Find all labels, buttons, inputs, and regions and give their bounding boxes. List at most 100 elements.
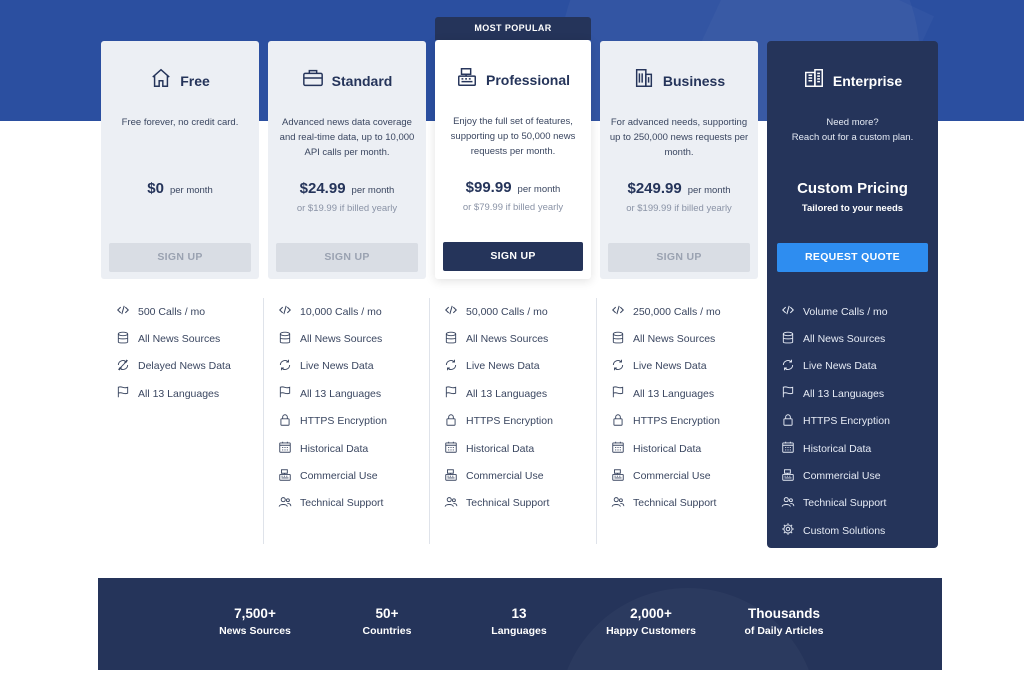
plan-price: $99.99 xyxy=(465,179,512,196)
feature-label: 50,000 Calls / mo xyxy=(466,305,548,318)
database-icon xyxy=(444,331,466,348)
sync-icon xyxy=(781,358,803,375)
code-icon xyxy=(444,303,466,320)
sign-up-button-standard[interactable]: SIGN UP xyxy=(276,243,418,272)
plan-card-professional: Professional Enjoy the full set of featu… xyxy=(435,40,591,279)
feature-list-standard: 10,000 Calls / mo All News Sources Live … xyxy=(263,298,423,544)
feature-label: All 13 Languages xyxy=(803,387,885,400)
feature-item: Technical Support xyxy=(430,490,589,517)
custom-pricing-subtitle: Tailored to your needs xyxy=(801,203,904,214)
briefcase-icon xyxy=(302,67,324,94)
feature-item: 500 Calls / mo xyxy=(102,298,262,325)
price-period: per month xyxy=(351,185,395,196)
plan-description: Advanced news data coverage and real-tim… xyxy=(279,117,415,158)
feature-label: All News Sources xyxy=(633,333,716,346)
plan-card-business: Business For advanced needs, supporting … xyxy=(600,41,758,279)
plan-name: Enterprise xyxy=(832,72,903,89)
feature-item: All News Sources xyxy=(430,325,589,352)
stat-label: Happy Customers xyxy=(606,625,696,637)
lock-icon xyxy=(611,413,633,430)
database-icon xyxy=(278,331,300,348)
stat-number: 2,000+ xyxy=(630,606,672,621)
plan-name: Professional xyxy=(485,71,571,88)
feature-item: All 13 Languages xyxy=(102,380,262,407)
code-icon xyxy=(116,303,138,320)
price-period: per month xyxy=(687,185,731,196)
plan-name: Standard xyxy=(331,72,393,89)
sync-off-icon xyxy=(116,358,138,375)
feature-item: All News Sources xyxy=(102,325,262,352)
request-quote-button[interactable]: REQUEST QUOTE xyxy=(777,243,928,272)
feature-item: All 13 Languages xyxy=(264,380,423,407)
feature-label: 250,000 Calls / mo xyxy=(633,305,721,318)
feature-list-free: 500 Calls / mo All News Sources Delayed … xyxy=(102,298,262,408)
sign-up-button-business[interactable]: SIGN UP xyxy=(608,243,750,272)
stat-label: News Sources xyxy=(219,625,291,637)
gear-icon xyxy=(781,522,803,539)
feature-item: All 13 Languages xyxy=(767,380,938,407)
home-icon xyxy=(150,67,172,94)
feature-item: Volume Calls / mo xyxy=(767,298,938,325)
feature-label: Commercial Use xyxy=(466,470,544,483)
yearly-price-note: or $199.99 if billed yearly xyxy=(626,203,732,214)
sign-up-button-professional[interactable]: SIGN UP xyxy=(443,242,583,271)
cash-register-icon xyxy=(781,468,803,485)
custom-pricing-title: Custom Pricing xyxy=(797,180,908,197)
feature-label: All News Sources xyxy=(466,333,549,346)
lock-icon xyxy=(278,413,300,430)
feature-label: HTTPS Encryption xyxy=(300,415,387,428)
feature-label: All News Sources xyxy=(803,333,886,346)
plan-name: Business xyxy=(662,72,726,89)
feature-label: All News Sources xyxy=(300,333,383,346)
lock-icon xyxy=(444,413,466,430)
feature-label: Live News Data xyxy=(300,360,374,373)
stat-label: Languages xyxy=(491,625,547,637)
feature-label: Historical Data xyxy=(300,442,369,455)
stat-number: 7,500+ xyxy=(234,606,276,621)
feature-item: Delayed News Data xyxy=(102,353,262,380)
feature-item: Commercial Use xyxy=(767,462,938,489)
flag-icon xyxy=(116,385,138,402)
plan-description: For advanced needs, supporting up to 250… xyxy=(609,117,749,158)
sign-up-button-free[interactable]: SIGN UP xyxy=(109,243,251,272)
stat-news-sources: 7,500+ News Sources xyxy=(185,606,325,637)
feature-item: Commercial Use xyxy=(597,462,756,489)
code-icon xyxy=(611,303,633,320)
feature-item: Historical Data xyxy=(767,435,938,462)
users-icon xyxy=(781,495,803,512)
cash-register-icon xyxy=(456,66,478,93)
calendar-icon xyxy=(278,440,300,457)
plan-description: Need more? Reach out for a custom plan. xyxy=(791,117,914,143)
feature-item: Commercial Use xyxy=(430,462,589,489)
database-icon xyxy=(116,331,138,348)
feature-label: Historical Data xyxy=(803,442,872,455)
feature-label: Historical Data xyxy=(633,442,702,455)
stat-number: Thousands xyxy=(747,606,820,621)
feature-list-professional: 50,000 Calls / mo All News Sources Live … xyxy=(429,298,589,544)
users-icon xyxy=(444,495,466,512)
calendar-icon xyxy=(611,440,633,457)
feature-label: Technical Support xyxy=(466,497,550,510)
stat-countries: 50+ Countries xyxy=(317,606,457,637)
cash-register-icon xyxy=(611,468,633,485)
flag-icon xyxy=(611,385,633,402)
flag-icon xyxy=(444,385,466,402)
feature-item: Custom Solutions xyxy=(767,517,938,544)
plan-card-standard: Standard Advanced news data coverage and… xyxy=(268,41,426,279)
stat-happy-customers: 2,000+ Happy Customers xyxy=(581,606,721,637)
feature-label: 500 Calls / mo xyxy=(138,305,206,318)
feature-item: Historical Data xyxy=(597,435,756,462)
code-icon xyxy=(781,303,803,320)
plan-description: Free forever, no credit card. xyxy=(121,117,239,128)
feature-list-business: 250,000 Calls / mo All News Sources Live… xyxy=(596,298,756,544)
feature-item: All News Sources xyxy=(264,325,423,352)
calendar-icon xyxy=(781,440,803,457)
feature-item: Commercial Use xyxy=(264,462,423,489)
feature-item: 50,000 Calls / mo xyxy=(430,298,589,325)
feature-item: Live News Data xyxy=(767,353,938,380)
plan-description: Enjoy the full set of features, supporti… xyxy=(450,116,576,157)
feature-item: Technical Support xyxy=(767,490,938,517)
feature-item: Technical Support xyxy=(264,490,423,517)
feature-label: Technical Support xyxy=(300,497,384,510)
yearly-price-note: or $79.99 if billed yearly xyxy=(462,202,564,213)
